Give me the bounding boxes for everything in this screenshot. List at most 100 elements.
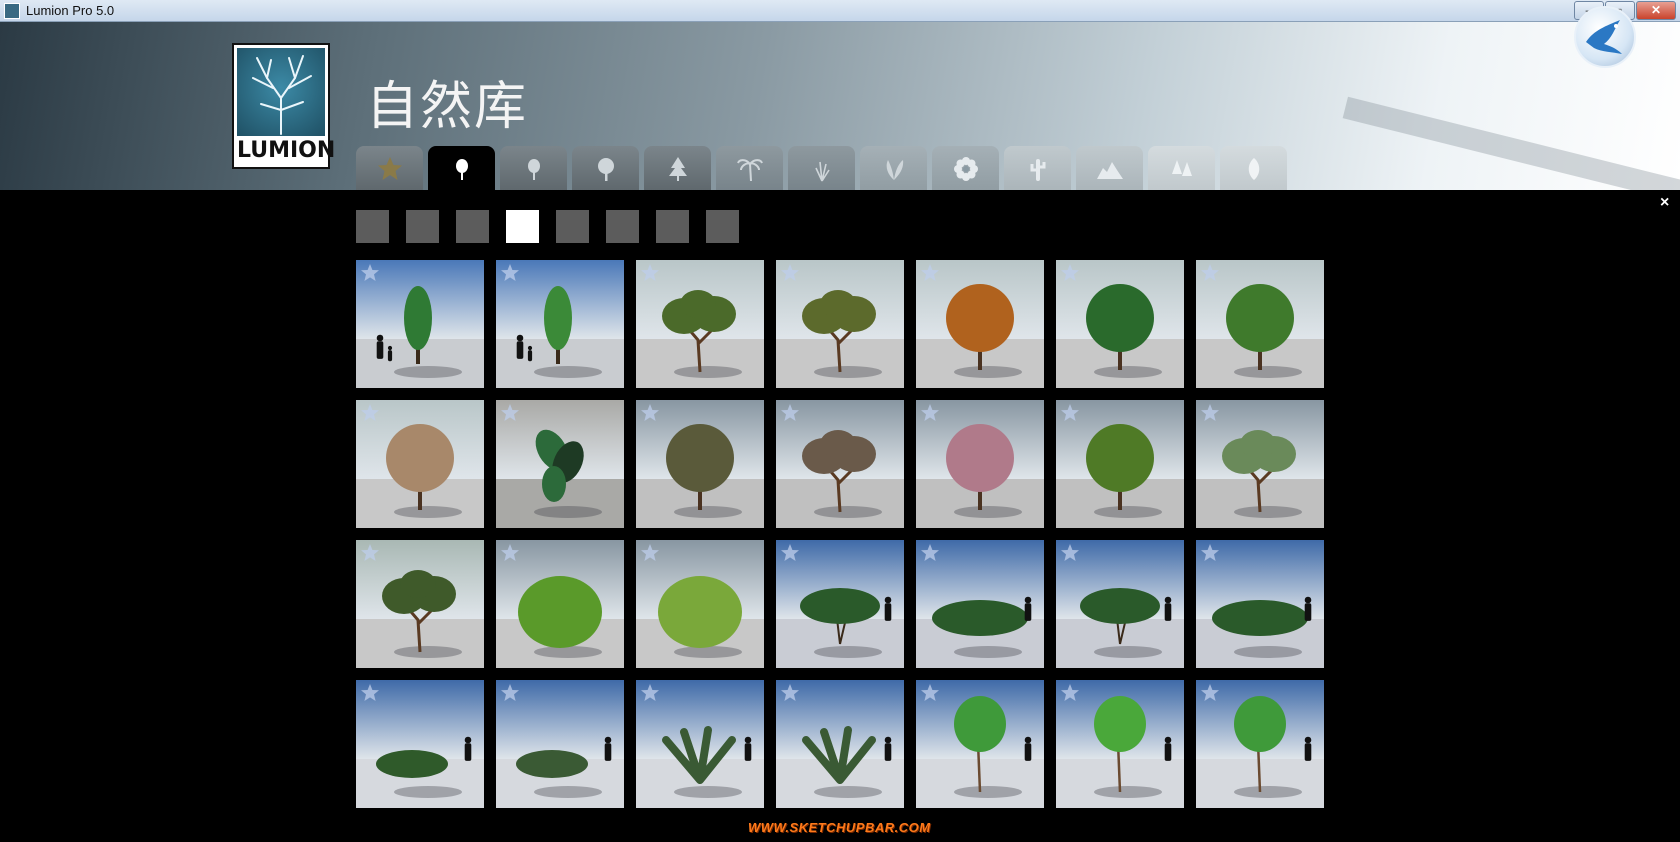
favorite-star-icon[interactable] xyxy=(360,403,380,423)
category-tab-4[interactable] xyxy=(644,146,711,190)
favorite-star-icon[interactable] xyxy=(1060,683,1080,703)
category-tab-11[interactable] xyxy=(1148,146,1215,190)
object-thumbnail[interactable] xyxy=(496,680,624,808)
subcategory-button-0[interactable] xyxy=(356,210,389,243)
subcategory-button-6[interactable] xyxy=(656,210,689,243)
bird-icon xyxy=(1586,20,1622,54)
subcategory-button-2[interactable] xyxy=(456,210,489,243)
favorite-star-icon[interactable] xyxy=(1200,403,1220,423)
object-thumbnail[interactable] xyxy=(776,260,904,388)
subcategory-button-5[interactable] xyxy=(606,210,639,243)
category-tab-2[interactable] xyxy=(500,146,567,190)
favorite-star-icon[interactable] xyxy=(360,263,380,283)
watermark: WWW.SKETCHUPBAR.COM xyxy=(748,820,931,835)
bird-menu-button[interactable] xyxy=(1574,6,1636,68)
favorite-star-icon[interactable] xyxy=(360,683,380,703)
object-thumbnail[interactable] xyxy=(1196,540,1324,668)
category-tab-12[interactable] xyxy=(1220,146,1287,190)
favorite-star-icon[interactable] xyxy=(1200,543,1220,563)
category-tab-6[interactable] xyxy=(788,146,855,190)
object-thumbnail[interactable] xyxy=(916,540,1044,668)
favorite-star-icon[interactable] xyxy=(780,683,800,703)
category-tabs xyxy=(356,146,1287,190)
subcategory-button-7[interactable] xyxy=(706,210,739,243)
object-thumbnail[interactable] xyxy=(636,260,764,388)
close-window-button[interactable]: ✕ xyxy=(1636,1,1676,20)
object-thumbnail[interactable] xyxy=(636,400,764,528)
object-thumbnail[interactable] xyxy=(636,680,764,808)
object-grid xyxy=(356,260,1324,808)
category-tab-1[interactable] xyxy=(428,146,495,190)
category-tab-3[interactable] xyxy=(572,146,639,190)
favorite-star-icon[interactable] xyxy=(500,263,520,283)
favorite-star-icon[interactable] xyxy=(920,263,940,283)
leaf-icon xyxy=(1248,158,1259,180)
category-tab-10[interactable] xyxy=(1076,146,1143,190)
category-tab-9[interactable] xyxy=(1004,146,1071,190)
favorite-star-icon[interactable] xyxy=(500,403,520,423)
conifer-tree-icon xyxy=(668,157,687,181)
favorite-star-icon[interactable] xyxy=(920,403,940,423)
favorite-star-icon[interactable] xyxy=(920,683,940,703)
object-thumbnail[interactable] xyxy=(356,680,484,808)
favorite-star-icon[interactable] xyxy=(640,543,660,563)
favorite-star-icon[interactable] xyxy=(360,543,380,563)
lumion-logo: LUMION xyxy=(232,43,335,169)
object-thumbnail[interactable] xyxy=(356,540,484,668)
plant-icon xyxy=(886,160,903,180)
favorite-star-icon[interactable] xyxy=(500,683,520,703)
object-thumbnail[interactable] xyxy=(916,680,1044,808)
object-thumbnail[interactable] xyxy=(916,260,1044,388)
window-title: Lumion Pro 5.0 xyxy=(26,3,115,18)
object-thumbnail[interactable] xyxy=(1196,260,1324,388)
object-thumbnail[interactable] xyxy=(636,540,764,668)
subcategory-buttons xyxy=(356,210,739,243)
favorite-star-icon[interactable] xyxy=(780,263,800,283)
tree-icon xyxy=(527,159,540,180)
subcategory-button-3[interactable] xyxy=(506,210,539,243)
object-thumbnail[interactable] xyxy=(1196,400,1324,528)
favorite-star-icon[interactable] xyxy=(1060,403,1080,423)
object-thumbnail[interactable] xyxy=(1056,680,1184,808)
palm-tree-icon xyxy=(736,159,763,182)
favorite-star-icon[interactable] xyxy=(920,543,940,563)
rock-icon xyxy=(1096,162,1123,179)
subcategory-button-1[interactable] xyxy=(406,210,439,243)
object-thumbnail[interactable] xyxy=(1056,400,1184,528)
object-thumbnail[interactable] xyxy=(356,400,484,528)
favorite-star-icon[interactable] xyxy=(780,543,800,563)
category-tab-5[interactable] xyxy=(716,146,783,190)
favorite-star-icon[interactable] xyxy=(500,543,520,563)
object-thumbnail[interactable] xyxy=(776,400,904,528)
page-title: 自然库 xyxy=(366,77,529,137)
category-tab-0[interactable] xyxy=(356,146,423,190)
object-thumbnail[interactable] xyxy=(776,540,904,668)
library-header: LUMION 自然库 xyxy=(0,22,1680,190)
object-thumbnail[interactable] xyxy=(916,400,1044,528)
subcategory-button-4[interactable] xyxy=(556,210,589,243)
favorite-star-icon[interactable] xyxy=(780,403,800,423)
favorite-star-icon[interactable] xyxy=(640,263,660,283)
broadleaf-tree-icon xyxy=(597,158,614,181)
object-thumbnail[interactable] xyxy=(1056,260,1184,388)
app-icon xyxy=(4,3,20,19)
close-library-button[interactable]: × xyxy=(1660,194,1669,212)
favorite-star-icon[interactable] xyxy=(1200,263,1220,283)
object-thumbnail[interactable] xyxy=(356,260,484,388)
object-thumbnail[interactable] xyxy=(1056,540,1184,668)
object-thumbnail[interactable] xyxy=(1196,680,1324,808)
favorite-star-icon[interactable] xyxy=(640,403,660,423)
grass-icon xyxy=(814,161,830,182)
favorite-star-icon[interactable] xyxy=(1200,683,1220,703)
cactus-icon xyxy=(1030,159,1045,181)
object-thumbnail[interactable] xyxy=(776,680,904,808)
favorite-star-icon[interactable] xyxy=(1060,263,1080,283)
category-tab-7[interactable] xyxy=(860,146,927,190)
favorite-star-icon[interactable] xyxy=(1060,543,1080,563)
category-tab-8[interactable] xyxy=(932,146,999,190)
object-thumbnail[interactable] xyxy=(496,260,624,388)
light-beam-decoration xyxy=(1342,96,1680,190)
favorite-star-icon[interactable] xyxy=(640,683,660,703)
object-thumbnail[interactable] xyxy=(496,540,624,668)
object-thumbnail[interactable] xyxy=(496,400,624,528)
